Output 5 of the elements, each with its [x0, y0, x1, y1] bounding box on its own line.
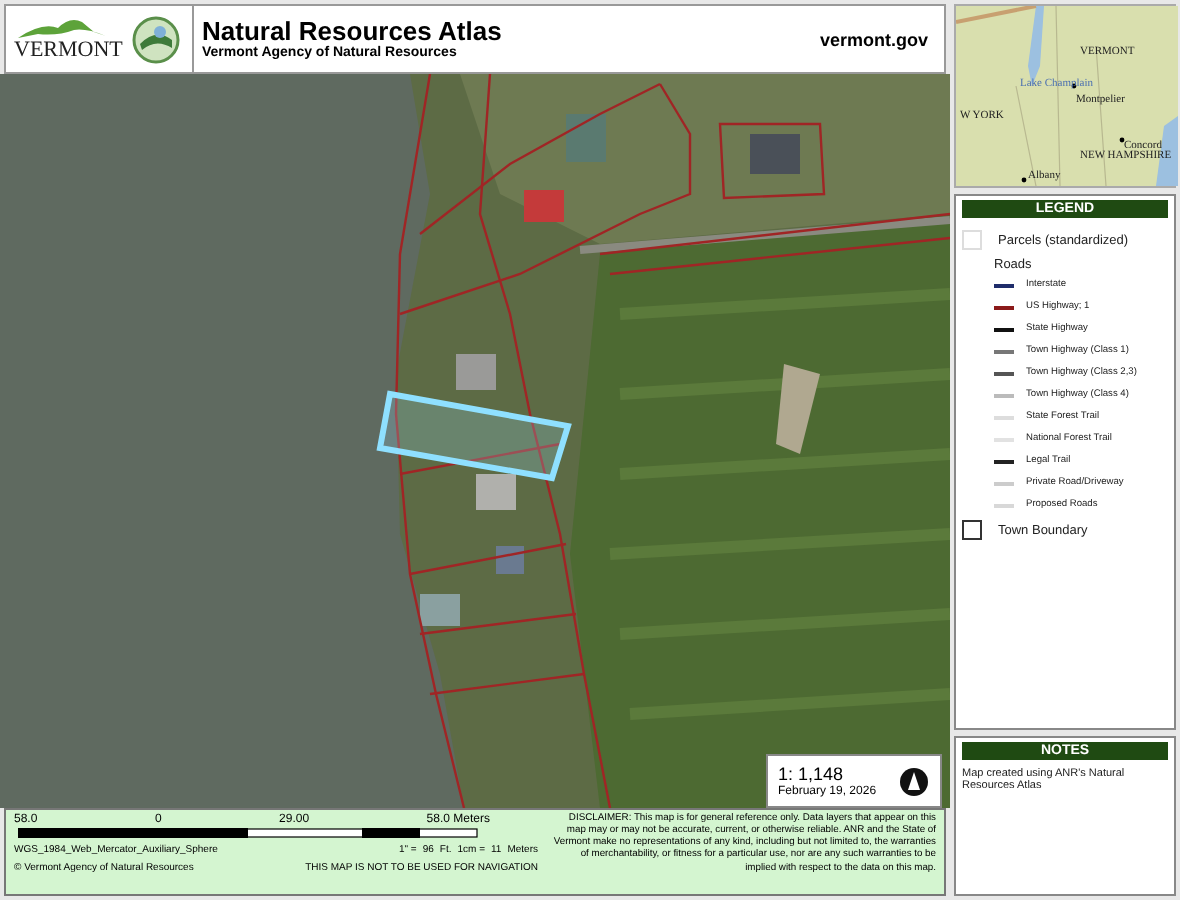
atlas-title: Natural Resources Atlas [202, 17, 504, 46]
agency-emblem-icon [130, 13, 183, 66]
scale-ratio: 1: 1,148 [778, 764, 846, 785]
site-link[interactable]: vermont.gov [819, 29, 944, 50]
logo-text: VERMONT [14, 40, 123, 63]
